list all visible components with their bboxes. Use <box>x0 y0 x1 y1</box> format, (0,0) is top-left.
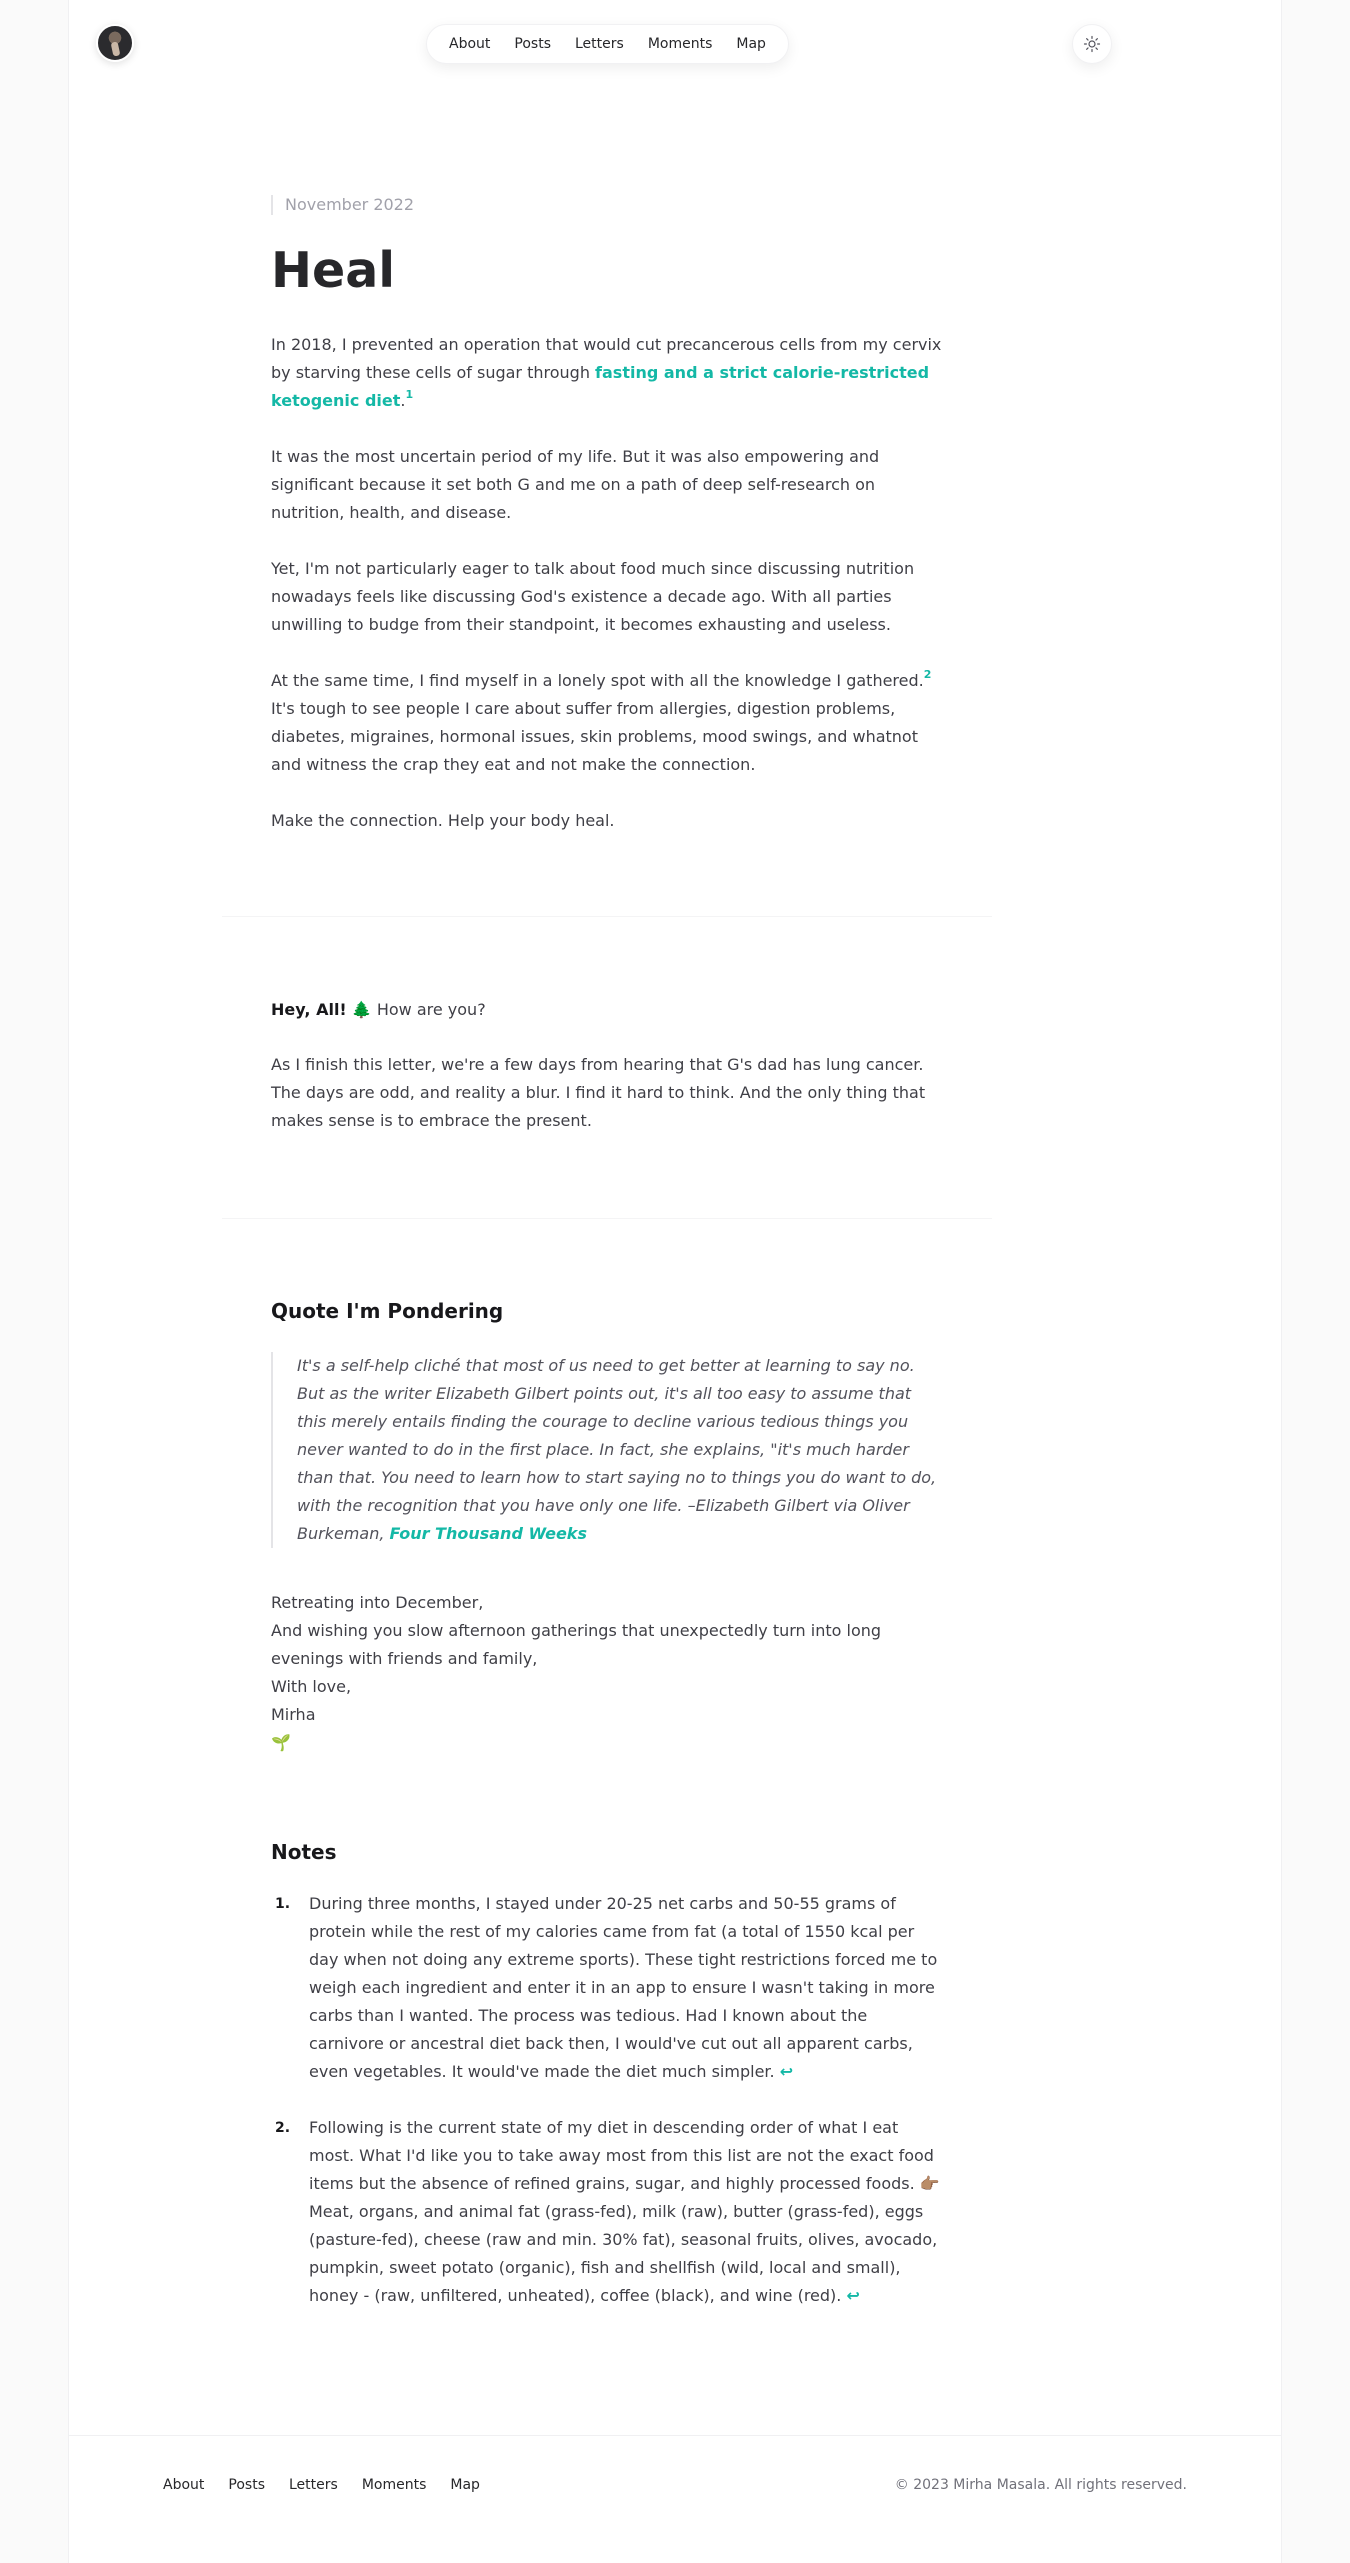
nav-about[interactable]: About <box>437 24 502 64</box>
signoff-line: Retreating into December, <box>271 1593 484 1612</box>
post-date: November 2022 <box>271 195 943 215</box>
divider <box>222 1218 992 1219</box>
note-text: During three months, I stayed under 20-2… <box>309 1894 938 2081</box>
four-thousand-weeks-link[interactable]: Four Thousand Weeks <box>390 1524 587 1543</box>
footnote-ref-1[interactable]: 1 <box>405 388 413 401</box>
theme-toggle-button[interactable] <box>1072 24 1112 64</box>
nav-map[interactable]: Map <box>724 24 778 64</box>
blockquote: It's a self-help cliché that most of us … <box>271 1352 943 1548</box>
divider <box>222 916 992 917</box>
paragraph-5: Make the connection. Help your body heal… <box>271 811 615 830</box>
page-title: Heal <box>271 242 396 299</box>
paragraph-3: Yet, I'm not particularly eager to talk … <box>271 559 915 634</box>
note-item-2: 2. Following is the current state of my … <box>271 2114 943 2310</box>
footer-link-about[interactable]: About <box>163 2475 204 2495</box>
pointing-hand-icon: 👉🏽 <box>919 2174 940 2193</box>
greeting-bold: Hey, All! <box>271 1000 347 1019</box>
notes-heading: Notes <box>271 1840 337 1864</box>
notes-list: 1. During three months, I stayed under 2… <box>271 1890 943 2310</box>
footer-link-letters[interactable]: Letters <box>289 2475 338 2495</box>
footer-link-moments[interactable]: Moments <box>362 2475 427 2495</box>
letter-body: As I finish this letter, we're a few day… <box>271 1055 926 1130</box>
paragraph-4: At the same time, I find myself in a lon… <box>271 667 943 779</box>
footer-link-map[interactable]: Map <box>450 2475 480 2495</box>
quote-heading: Quote I'm Pondering <box>271 1299 504 1323</box>
paragraph-4-text: At the same time, I find myself in a lon… <box>271 671 924 690</box>
sun-icon <box>1083 35 1101 53</box>
footer-navigation: About Posts Letters Moments Map <box>163 2475 480 2495</box>
quote-text: It's a self-help cliché that most of us … <box>297 1356 937 1543</box>
back-to-ref-2-icon[interactable]: ↩ <box>846 2286 859 2305</box>
tree-icon: 🌲 <box>351 1000 372 1019</box>
note-number: 1. <box>275 1896 291 1912</box>
note-text-list: Meat, organs, and animal fat (grass-fed)… <box>309 2202 938 2305</box>
signoff-line: And wishing you slow afternoon gathering… <box>271 1621 882 1668</box>
signoff-name: Mirha <box>271 1705 316 1724</box>
avatar[interactable] <box>96 24 134 62</box>
paragraph-1: In 2018, I prevented an operation that w… <box>271 331 943 415</box>
note-text: Following is the current state of my die… <box>309 2118 934 2193</box>
paragraph-2: It was the most uncertain period of my l… <box>271 447 880 522</box>
top-navigation: About Posts Letters Moments Map <box>426 24 789 64</box>
footnote-ref-2[interactable]: 2 <box>924 668 932 681</box>
back-to-ref-1-icon[interactable]: ↩ <box>780 2062 793 2081</box>
signoff-line: With love, <box>271 1677 352 1696</box>
nav-posts[interactable]: Posts <box>502 24 563 64</box>
nav-letters[interactable]: Letters <box>563 24 636 64</box>
letter-greeting: Hey, All! 🌲 How are you? <box>271 996 943 1024</box>
footer-link-posts[interactable]: Posts <box>228 2475 265 2495</box>
paragraph-4-rest: It's tough to see people I care about su… <box>271 699 918 774</box>
copyright: © 2023 Mirha Masala. All rights reserved… <box>894 2477 1187 2493</box>
greeting-text: How are you? <box>371 1000 486 1019</box>
note-number: 2. <box>275 2120 291 2136</box>
note-item-1: 1. During three months, I stayed under 2… <box>271 1890 943 2086</box>
signoff: Retreating into December, And wishing yo… <box>271 1589 943 1757</box>
footer-divider <box>68 2435 1282 2436</box>
seedling-icon: 🌱 <box>271 1733 291 1752</box>
nav-moments[interactable]: Moments <box>636 24 725 64</box>
